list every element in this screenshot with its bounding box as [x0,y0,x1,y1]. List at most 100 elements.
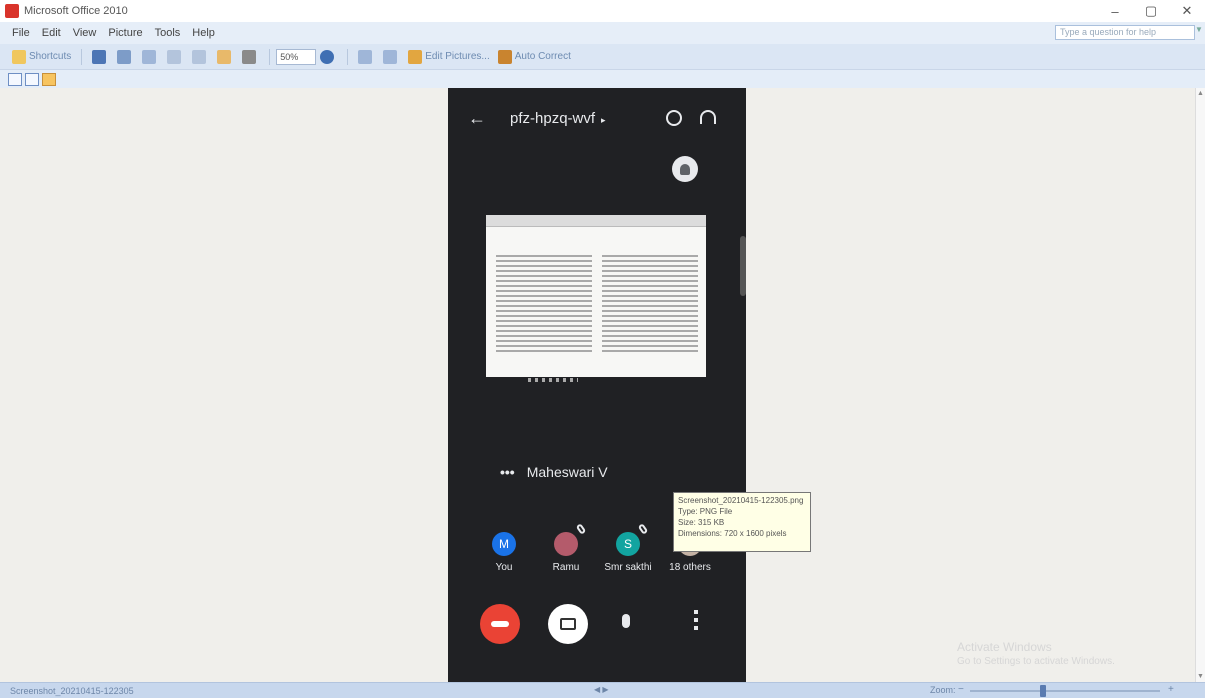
mic-off-icon [575,523,587,535]
separator [347,48,349,65]
zoom-out-icon[interactable]: − [958,684,964,695]
activate-subtitle: Go to Settings to activate Windows. [957,656,1115,667]
meeting-code-text: pfz-hpzq-wvf [510,110,596,127]
help-icon [320,49,335,64]
meeting-code: pfz-hpzq-wvf ▸ [510,110,606,127]
window-title: Microsoft Office 2010 [24,5,128,17]
scroll-up-icon[interactable]: ▲ [1197,90,1204,97]
auto-correct-label: Auto Correct [514,51,571,62]
minimize-button[interactable]: – [1097,0,1133,22]
avatar: M [492,532,516,556]
window-controls: – ▢ ✕ [1097,0,1205,22]
activate-windows-watermark: Activate Windows Go to Settings to activ… [957,640,1157,667]
tooltip-type: Type: PNG File [678,507,733,516]
more-dots-icon: ••• [500,464,515,480]
zoom-select[interactable]: 50% [276,48,317,65]
status-bar: Screenshot_20210415-122305 ◀ ▶ Zoom: − + [0,682,1205,698]
toolbar: Shortcuts 50% Edit Pictures... Auto Corr… [0,44,1205,70]
rotate-right-button[interactable] [379,47,404,67]
close-button[interactable]: ✕ [1169,0,1205,22]
rotate-right-icon [383,49,398,64]
meet-screenshot: ← pfz-hpzq-wvf ▸ ••• Maheswari V M You R… [448,88,746,682]
microphone-icon [622,614,630,628]
menu-picture[interactable]: Picture [102,27,148,39]
avatar: S [616,532,640,556]
side-handle [740,236,746,296]
thumbnail-view-icon[interactable] [8,72,22,86]
print-icon [117,49,132,64]
rotate-left-icon [358,49,373,64]
menu-view[interactable]: View [67,27,103,39]
shared-screen-preview [486,215,706,377]
participant-name: Ramu [552,562,580,573]
shortcuts-icon [12,49,26,64]
shared-screen-toolbar [486,215,706,227]
camera-off-icon [560,618,576,630]
file-info-tooltip: Screenshot_20210415-122305.png Type: PNG… [673,492,811,552]
headphones-icon [700,110,716,124]
help-dropdown-icon[interactable]: ▼ [1195,25,1203,40]
shortcuts-button[interactable]: Shortcuts [8,47,75,67]
separator [269,48,271,65]
navigation-arrows-icon[interactable]: ◀ ▶ [594,685,609,694]
office-logo-icon [5,4,19,18]
participant-tile: Ramu [538,522,594,573]
participant-name: You [495,562,513,573]
email-icon [142,49,157,64]
email-button[interactable] [138,47,163,67]
paste-button[interactable] [213,47,238,67]
zoom-in-icon[interactable]: + [1168,684,1174,695]
switch-camera-icon [666,110,682,126]
tooltip-size: Size: 315 KB [678,518,725,527]
status-filename: Screenshot_20210415-122305 [10,685,134,696]
rotate-left-button[interactable] [354,47,379,67]
participant-name: 18 others [669,562,711,573]
cut-icon [167,49,182,64]
cut-button[interactable] [163,47,188,67]
save-icon [92,49,107,64]
zoom-help-button[interactable] [316,47,341,67]
copy-button[interactable] [188,47,213,67]
filmstrip-view-icon[interactable] [25,72,39,86]
tooltip-dimensions: Dimensions: 720 x 1600 pixels [678,529,787,538]
view-switcher [0,70,1205,88]
presenter-name: Maheswari V [526,464,608,480]
presenter-label: ••• Maheswari V [500,464,608,480]
pin-button [672,156,698,182]
menu-tools[interactable]: Tools [149,27,187,39]
hang-up-icon [491,621,509,627]
avatar [554,532,578,556]
scroll-down-icon[interactable]: ▼ [1197,673,1204,680]
menu-file[interactable]: File [6,27,36,39]
delete-button[interactable] [238,47,263,67]
participant-tile: M You [476,522,532,573]
call-controls [478,602,718,646]
restore-button[interactable]: ▢ [1133,0,1169,22]
page-indicator-dots [528,378,578,382]
title-bar: Microsoft Office 2010 – ▢ ✕ [0,0,1205,22]
paste-icon [217,49,232,64]
help-search-input[interactable]: Type a question for help [1055,25,1195,40]
back-arrow-icon: ← [468,108,486,128]
menu-help[interactable]: Help [186,27,221,39]
shared-page-left [496,255,592,365]
tooltip-filename: Screenshot_20210415-122305.png [678,496,804,505]
save-button[interactable] [88,47,113,67]
vertical-scrollbar[interactable]: ▲ ▼ [1195,88,1205,682]
zoom-slider[interactable] [970,690,1160,692]
auto-correct-icon [497,49,512,64]
more-options-icon [694,610,698,630]
auto-correct-button[interactable]: Auto Correct [494,47,575,67]
separator [81,48,83,65]
print-button[interactable] [113,47,138,67]
edit-pictures-icon [408,49,423,64]
chevron-right-icon: ▸ [601,115,606,125]
single-picture-view-icon[interactable] [42,72,56,86]
menu-edit[interactable]: Edit [36,27,67,39]
meet-header: ← pfz-hpzq-wvf ▸ [448,108,746,132]
edit-pictures-button[interactable]: Edit Pictures... [404,47,493,67]
zoom-slider-thumb[interactable] [1040,685,1046,697]
participant-tile: S Smr sakthi [600,522,656,573]
menu-bar: File Edit View Picture Tools Help Type a… [0,22,1205,44]
activate-title: Activate Windows [957,640,1052,654]
